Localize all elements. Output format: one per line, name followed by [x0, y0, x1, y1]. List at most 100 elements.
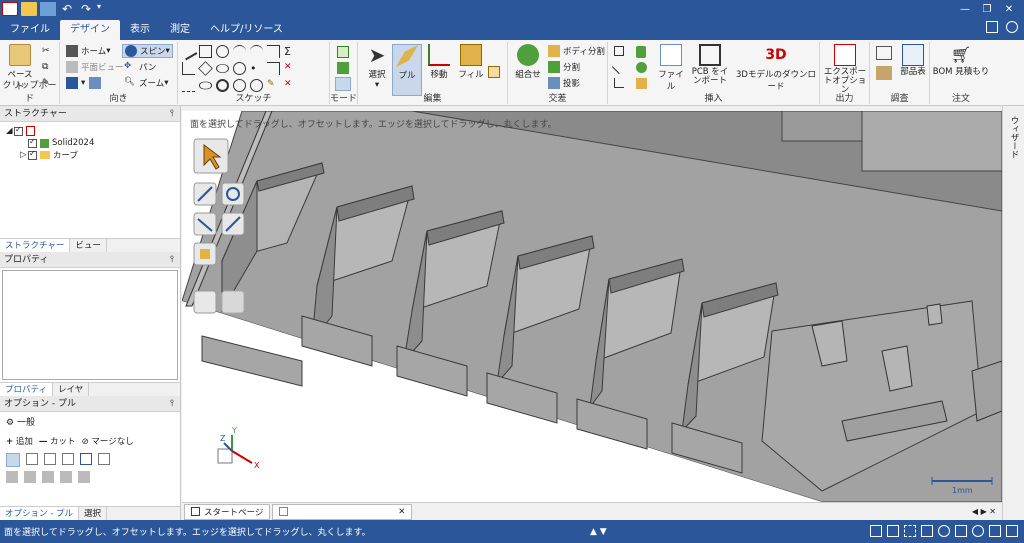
tangent-arc-icon[interactable]	[267, 45, 280, 58]
cube-option-icon[interactable]	[24, 471, 36, 483]
split-button[interactable]: 分割	[548, 61, 580, 73]
cube-option-icon[interactable]	[60, 471, 72, 483]
body-split-button[interactable]: ボディ分割	[548, 45, 605, 57]
tree-root[interactable]: ◢	[6, 125, 180, 137]
revolve-icon[interactable]	[62, 453, 74, 465]
tab-scroll-arrows[interactable]: ◀ ▶ ✕	[972, 507, 996, 516]
sigma-icon[interactable]: Σ	[284, 45, 297, 58]
measure-icon[interactable]	[876, 46, 892, 60]
save-icon[interactable]	[40, 2, 56, 16]
zoom-status-icon[interactable]	[972, 525, 984, 537]
select-button[interactable]: ➤ 選択 ▾	[362, 44, 392, 90]
doc-tab-model[interactable]: ✕	[272, 503, 413, 520]
pan-button[interactable]: ✥ パン	[124, 61, 156, 73]
redo-icon[interactable]: ↷	[78, 2, 94, 16]
line-icon[interactable]	[179, 42, 198, 61]
point-icon[interactable]: •	[250, 62, 263, 75]
plane-icon[interactable]	[614, 46, 624, 56]
bom-quote-button[interactable]: 🛒︎ BOM 見積もり	[932, 44, 990, 77]
filter-icon[interactable]	[921, 525, 933, 537]
tree-solid-checkbox[interactable]	[28, 137, 37, 148]
pull-button[interactable]: プル	[392, 44, 422, 96]
cube-option-icon[interactable]	[78, 471, 90, 483]
spline-icon[interactable]	[250, 45, 263, 58]
model-view[interactable]: Y X Z 1mm	[182, 111, 1002, 502]
copy-icon[interactable]: ⧉	[42, 62, 48, 72]
no-merge-option[interactable]: ⊘ マージなし	[82, 435, 134, 447]
tab-selection[interactable]: 選択	[79, 507, 107, 520]
parts-table-button[interactable]: 部品表	[898, 44, 928, 77]
help-icon[interactable]	[1006, 21, 1018, 33]
app-icon[interactable]	[2, 2, 18, 16]
tab-pull-options[interactable]: オプション - プル	[0, 507, 79, 520]
box-select-icon[interactable]	[904, 525, 916, 537]
tab-file[interactable]: ファイル	[0, 20, 60, 40]
cube-option-icon[interactable]	[42, 471, 54, 483]
tree-root-checkbox[interactable]	[14, 125, 23, 136]
folder-icon[interactable]	[21, 2, 37, 16]
display-status-icon[interactable]	[989, 525, 1001, 537]
sphere-icon[interactable]	[636, 62, 647, 73]
tab-help[interactable]: ヘルプ/リソース	[200, 20, 293, 40]
cylinder-icon[interactable]	[636, 46, 646, 58]
close-tab-icon[interactable]: ✕	[398, 507, 405, 517]
zoom-button[interactable]: 🔍︎ ズーム ▾	[124, 77, 169, 89]
slot-icon[interactable]	[199, 81, 212, 90]
undo-icon[interactable]: ↶	[59, 2, 75, 16]
polyline-icon[interactable]	[182, 62, 195, 75]
combine-button[interactable]: 組合せ	[510, 44, 546, 80]
spin-button[interactable]: スピン ▾	[122, 44, 173, 58]
view-cube-button[interactable]: ▾	[66, 77, 104, 89]
tab-properties[interactable]: プロパティ	[0, 383, 53, 396]
tab-design[interactable]: デザイン	[60, 20, 120, 40]
tab-layers[interactable]: レイヤ	[53, 383, 90, 396]
restore-icon[interactable]: ❐	[976, 4, 998, 15]
fill-button[interactable]: フィル	[456, 44, 486, 80]
tab-measure[interactable]: 測定	[160, 20, 200, 40]
arc-icon[interactable]	[233, 45, 246, 58]
export-options-button[interactable]: エクスポートオプション	[822, 44, 868, 95]
offset-icon[interactable]	[267, 62, 280, 75]
tab-view[interactable]: ビュー	[70, 239, 107, 252]
sweep-icon[interactable]	[80, 453, 92, 465]
edit-extra-icon[interactable]	[488, 66, 500, 78]
measure-status-icon[interactable]	[1006, 525, 1018, 537]
axis-icon[interactable]	[611, 59, 627, 75]
pin-icon[interactable]: ⫯	[170, 396, 174, 412]
3d-viewport[interactable]: 面を選択してドラッグし、オフセットします。エッジを選択してドラッグし、丸くします…	[182, 111, 1002, 502]
sketch-mode-icon[interactable]	[337, 46, 349, 58]
add-option[interactable]: + 追加	[6, 435, 33, 447]
pin-icon[interactable]: ⫯	[170, 106, 174, 122]
doc-tab-start[interactable]: スタートページ	[184, 503, 271, 520]
pull-direction-icon[interactable]	[6, 453, 20, 467]
shell-icon[interactable]	[636, 78, 647, 89]
status-nav-icons[interactable]: ▲ ▼	[590, 527, 607, 537]
spin-status-icon[interactable]	[938, 525, 950, 537]
undo-history-icon[interactable]	[870, 525, 882, 537]
tree-item-solid[interactable]: Solid2024	[6, 137, 180, 149]
wizard-label[interactable]: ウィザード	[1008, 116, 1020, 159]
up-to-icon[interactable]	[26, 453, 38, 465]
cube-option-icon[interactable]	[6, 471, 18, 483]
home-button[interactable]: ホーム ▾	[66, 45, 111, 57]
minimize-icon[interactable]: —	[954, 4, 976, 15]
project-button[interactable]: 投影	[548, 77, 580, 89]
pin-icon[interactable]: ⫯	[170, 252, 174, 268]
pan-status-icon[interactable]	[955, 525, 967, 537]
close-icon[interactable]: ✕	[998, 4, 1020, 15]
cut-icon[interactable]: ✂	[42, 46, 50, 56]
rectangle-icon[interactable]	[199, 45, 212, 58]
move-button[interactable]: 移動	[424, 44, 454, 80]
tab-structure[interactable]: ストラクチャー	[0, 239, 71, 252]
tree-item-curves[interactable]: ▷ カーブ	[6, 149, 180, 162]
ellipse-icon[interactable]	[216, 63, 229, 74]
customize-icon[interactable]: ▾	[97, 2, 107, 16]
origin-icon[interactable]	[614, 78, 624, 88]
circle-icon[interactable]	[216, 45, 229, 58]
tree-curves-checkbox[interactable]	[28, 149, 37, 160]
import-pcb-button[interactable]: PCB をインポート	[688, 44, 732, 86]
plane-view-button[interactable]: 平面ビュー	[66, 61, 124, 73]
cut-option[interactable]: — カット	[39, 435, 76, 447]
ribbon-collapse-icon[interactable]	[986, 21, 998, 33]
tab-display[interactable]: 表示	[120, 20, 160, 40]
